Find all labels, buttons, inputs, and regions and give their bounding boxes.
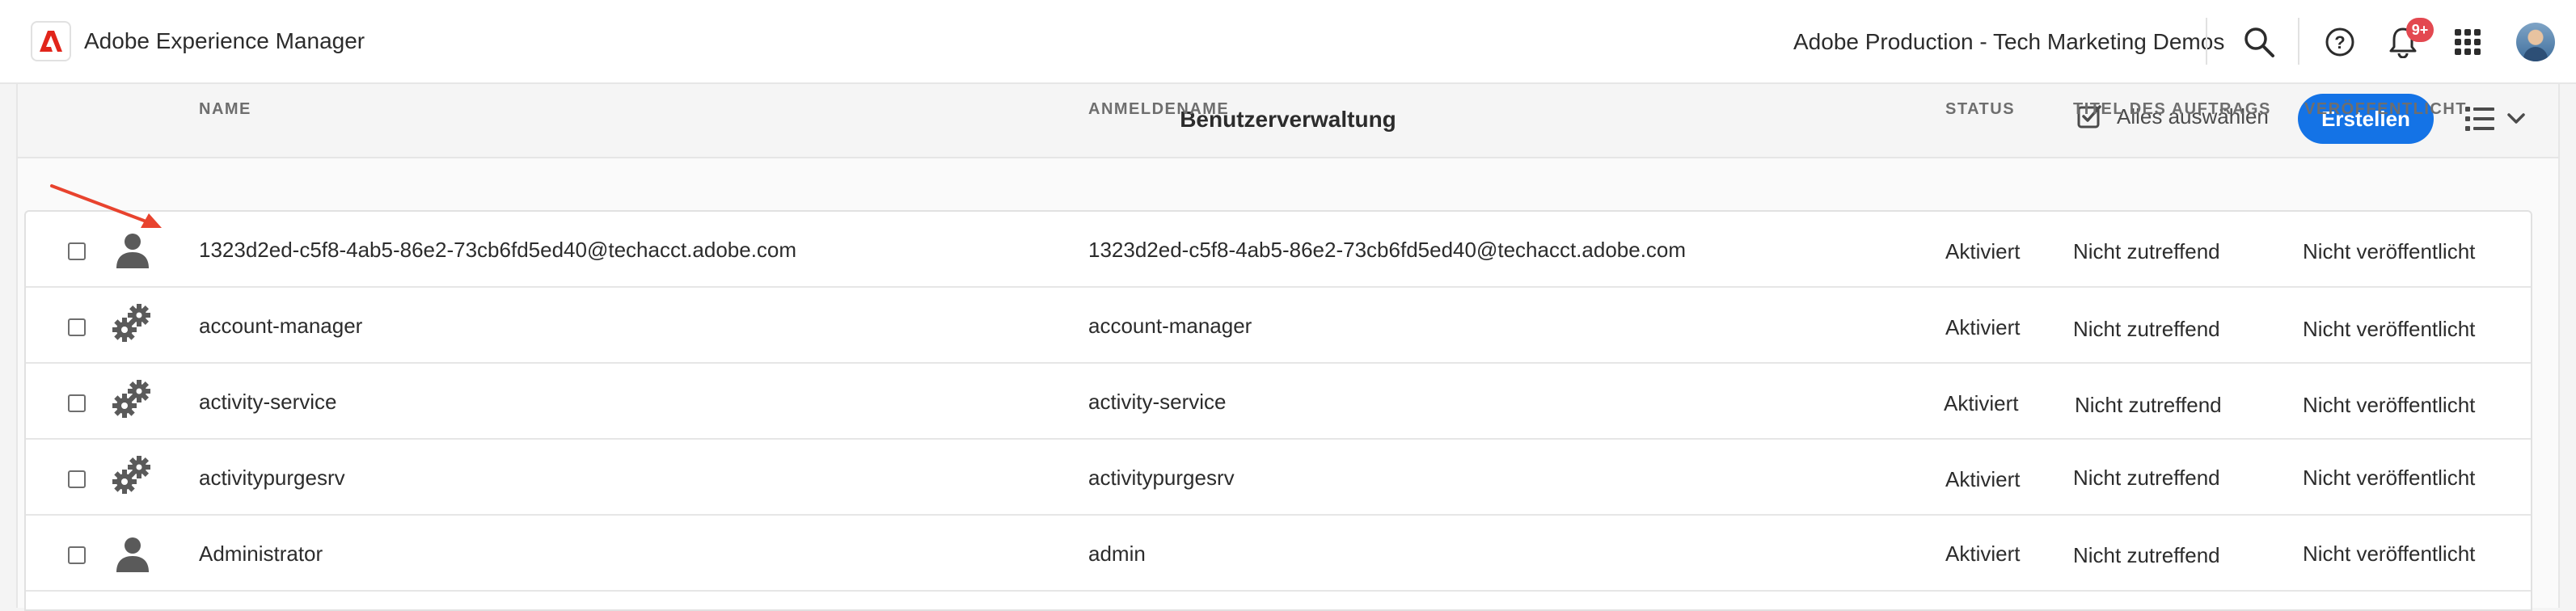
- user-name: account-manager: [199, 314, 363, 338]
- user-avatar[interactable]: [2516, 23, 2555, 61]
- column-header-job-title[interactable]: TITEL DES AUFTRAGS: [2073, 100, 2271, 119]
- column-header-name[interactable]: NAME: [199, 100, 251, 119]
- help-button[interactable]: ?: [2322, 24, 2358, 60]
- column-header-login[interactable]: ANMELDENAME: [1088, 100, 1229, 119]
- user-published: Nicht veröffentlicht: [2303, 541, 2476, 566]
- divider: [2298, 18, 2299, 65]
- user-published: Nicht veröffentlicht: [2303, 239, 2476, 263]
- service-user-icon: [112, 304, 150, 342]
- chevron-down-icon: [2507, 113, 2525, 124]
- notification-badge: 9+: [2406, 18, 2434, 42]
- help-icon: ?: [2325, 27, 2354, 57]
- search-icon: [2244, 27, 2274, 57]
- user-status: Aktiviert: [1945, 467, 2021, 491]
- table-row[interactable]: activity-service activity-service Aktivi…: [26, 364, 2531, 440]
- user-status: Aktiviert: [1945, 315, 2021, 339]
- user-login: activitypurgesrv: [1088, 466, 1235, 490]
- user-icon: [116, 537, 149, 572]
- user-job-title: Nicht zutreffend: [2073, 239, 2220, 263]
- apps-button[interactable]: [2450, 24, 2485, 60]
- list-view-icon: [2465, 107, 2494, 131]
- user-published: Nicht veröffentlicht: [2303, 466, 2476, 490]
- service-user-icon: [112, 456, 150, 494]
- user-login: activity-service: [1088, 390, 1227, 414]
- user-job-title: Nicht zutreffend: [2073, 543, 2220, 567]
- service-user-icon: [112, 380, 150, 418]
- user-status: Aktiviert: [1945, 239, 2021, 263]
- user-published: Nicht veröffentlicht: [2303, 317, 2476, 341]
- annotation-arrow-icon: [50, 184, 162, 228]
- row-checkbox[interactable]: [68, 470, 86, 488]
- table-row[interactable]: account-manager account-manager Aktivier…: [26, 288, 2531, 364]
- user-status: Aktiviert: [1944, 391, 2019, 415]
- user-name: activitypurgesrv: [199, 466, 345, 490]
- row-checkbox[interactable]: [68, 318, 86, 336]
- user-name: 1323d2ed-c5f8-4ab5-86e2-73cb6fd5ed40@tec…: [199, 238, 797, 262]
- view-switcher[interactable]: [2464, 105, 2526, 133]
- table-row[interactable]: Administrator admin Aktiviert Nicht zutr…: [26, 516, 2531, 592]
- action-bar: Benutzerverwaltung Alles auswählen Erste…: [18, 84, 2558, 158]
- user-login: account-manager: [1088, 314, 1252, 338]
- shell-bar: Adobe Experience Manager Adobe Productio…: [0, 0, 2576, 84]
- divider: [2206, 18, 2207, 65]
- app-name: Adobe Experience Manager: [84, 28, 365, 53]
- user-job-title: Nicht zutreffend: [2075, 393, 2222, 417]
- app-grid-icon: [2455, 29, 2481, 55]
- user-job-title: Nicht zutreffend: [2073, 466, 2220, 490]
- org-switcher[interactable]: Adobe Production - Tech Marketing Demos: [1793, 29, 2224, 55]
- user-job-title: Nicht zutreffend: [2073, 317, 2220, 341]
- user-status: Aktiviert: [1945, 541, 2021, 566]
- search-button[interactable]: [2241, 24, 2277, 60]
- brand[interactable]: Adobe Experience Manager: [31, 21, 365, 61]
- row-checkbox[interactable]: [68, 242, 86, 260]
- table-row[interactable]: 1323d2ed-c5f8-4ab5-86e2-73cb6fd5ed40@tec…: [26, 212, 2531, 288]
- user-published: Nicht veröffentlicht: [2303, 393, 2476, 417]
- user-login: 1323d2ed-c5f8-4ab5-86e2-73cb6fd5ed40@tec…: [1088, 238, 1687, 262]
- row-checkbox[interactable]: [68, 546, 86, 564]
- user-login: admin: [1088, 541, 1146, 566]
- svg-text:?: ?: [2334, 32, 2345, 53]
- table-row[interactable]: activitypurgesrv activitypurgesrv Aktivi…: [26, 440, 2531, 516]
- user-name: Administrator: [199, 541, 323, 566]
- column-header-status[interactable]: STATUS: [1945, 100, 2015, 119]
- user-name: activity-service: [199, 390, 337, 414]
- column-header-published[interactable]: VERÖFFENTLICHT: [2304, 100, 2467, 119]
- user-icon: [116, 234, 149, 268]
- row-checkbox[interactable]: [68, 394, 86, 412]
- user-table: 1323d2ed-c5f8-4ab5-86e2-73cb6fd5ed40@tec…: [24, 210, 2532, 611]
- adobe-logo-icon: [31, 21, 71, 61]
